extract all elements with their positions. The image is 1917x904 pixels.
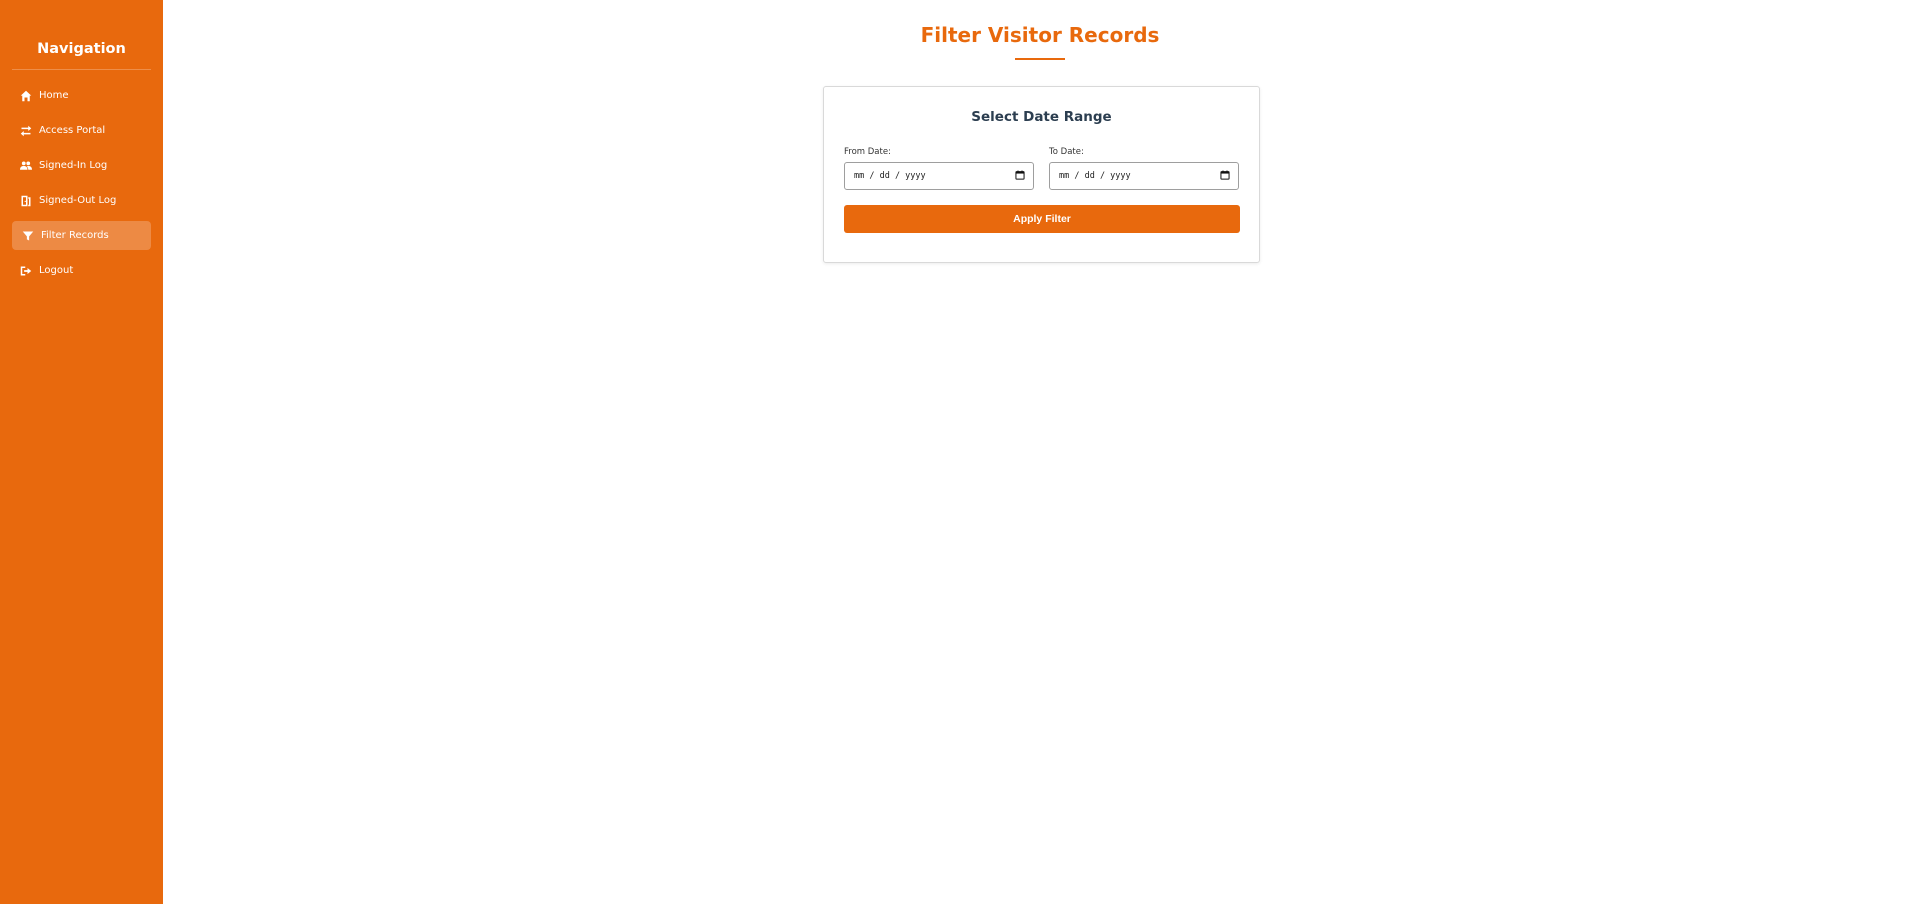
- sidebar-item-filter-records[interactable]: Filter Records: [12, 221, 151, 250]
- exchange-arrows-icon: [20, 125, 32, 137]
- sidebar-item-label: Signed-Out Log: [39, 195, 117, 206]
- to-date-field: To Date: mm / dd / yyyy: [1049, 147, 1239, 190]
- to-date-label: To Date:: [1049, 147, 1084, 157]
- sidebar-item-label: Logout: [39, 265, 74, 276]
- sidebar-item-signed-out-log[interactable]: Signed-Out Log: [12, 186, 151, 215]
- card-title: Select Date Range: [971, 109, 1112, 125]
- home-icon: [20, 90, 32, 102]
- apply-filter-button[interactable]: Apply Filter: [844, 205, 1240, 233]
- sidebar-item-label: Signed-In Log: [39, 160, 108, 171]
- sidebar-item-home[interactable]: Home: [12, 81, 151, 110]
- sidebar-item-label: Access Portal: [39, 125, 106, 136]
- nav-list: Home Access Portal Signed-In Log Signed-…: [12, 81, 151, 285]
- sidebar-item-logout[interactable]: Logout: [12, 256, 151, 285]
- to-date-placeholder: mm / dd / yyyy: [1059, 171, 1131, 181]
- door-exit-icon: [20, 195, 32, 207]
- title-underline: [1015, 58, 1065, 60]
- from-date-placeholder: mm / dd / yyyy: [854, 171, 926, 181]
- filter-icon: [22, 230, 34, 242]
- from-date-field: From Date: mm / dd / yyyy: [844, 147, 1034, 190]
- main-content: Filter Visitor Records Select Date Range…: [163, 0, 1917, 904]
- page-title: Filter Visitor Records: [920, 23, 1160, 47]
- sidebar-item-label: Filter Records: [41, 230, 109, 241]
- date-field-row: From Date: mm / dd / yyyy To Date: mm / …: [844, 147, 1239, 190]
- sidebar: Navigation Home Access Portal Signed-In …: [0, 0, 163, 904]
- sidebar-item-signed-in-log[interactable]: Signed-In Log: [12, 151, 151, 180]
- app-root: Navigation Home Access Portal Signed-In …: [0, 0, 1917, 904]
- sidebar-item-label: Home: [39, 90, 69, 101]
- users-icon: [20, 160, 32, 172]
- sidebar-item-access-portal[interactable]: Access Portal: [12, 116, 151, 145]
- calendar-icon[interactable]: [1220, 170, 1230, 183]
- sidebar-title: Navigation: [12, 0, 151, 70]
- from-date-label: From Date:: [844, 147, 891, 157]
- logout-icon: [20, 265, 32, 277]
- to-date-input[interactable]: mm / dd / yyyy: [1049, 162, 1239, 190]
- date-range-card: Select Date Range From Date: mm / dd / y…: [823, 86, 1260, 263]
- calendar-icon[interactable]: [1015, 170, 1025, 183]
- from-date-input[interactable]: mm / dd / yyyy: [844, 162, 1034, 190]
